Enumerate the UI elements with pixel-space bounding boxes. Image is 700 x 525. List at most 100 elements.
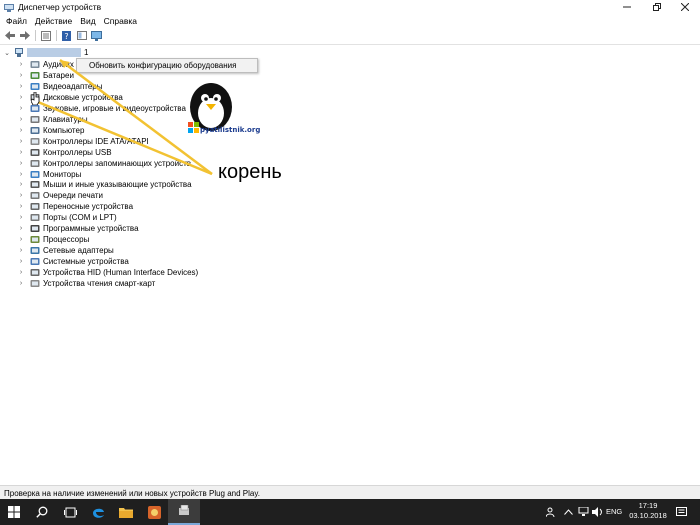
device-manager-taskbar-button[interactable] <box>168 499 200 525</box>
chevron-right-icon[interactable]: › <box>18 114 24 125</box>
app-button[interactable] <box>140 499 168 525</box>
status-bar: Проверка на наличие изменений или новых … <box>0 485 700 500</box>
tree-item-label: Дисковые устройства <box>43 92 123 102</box>
tree-item[interactable]: › Компьютер <box>18 125 85 136</box>
chevron-right-icon[interactable]: › <box>18 103 24 114</box>
device-tree[interactable]: ⌄ 1 › Аудиовх › Батареи › Видеоадаптеры › Диско… <box>0 45 700 485</box>
search-button[interactable] <box>28 499 56 525</box>
tray-volume[interactable] <box>592 499 603 525</box>
tree-item[interactable]: › Контроллеры USB <box>18 147 112 158</box>
sound-icon <box>30 104 40 112</box>
tree-item-label: Батареи <box>43 70 74 80</box>
chevron-right-icon[interactable]: › <box>18 136 24 147</box>
tree-item[interactable]: › Устройства чтения смарт-карт <box>18 278 156 289</box>
chevron-right-icon[interactable]: › <box>18 212 24 223</box>
task-view-button[interactable] <box>56 499 84 525</box>
properties-icon <box>40 30 51 41</box>
chevron-right-icon[interactable]: › <box>18 125 24 136</box>
device-manager-icon <box>178 505 189 515</box>
chevron-down-icon[interactable]: ⌄ <box>4 47 10 58</box>
tree-item-label: Компьютер <box>43 125 85 135</box>
tree-item[interactable]: › Контроллеры запоминающих устройств <box>18 158 191 169</box>
tree-item[interactable]: › Порты (COM и LPT) <box>18 212 117 223</box>
chevron-right-icon[interactable]: › <box>18 169 24 180</box>
tree-root[interactable]: ⌄ 1 <box>4 47 88 58</box>
chevron-right-icon[interactable]: › <box>18 147 24 158</box>
tree-item-label: Контроллеры IDE ATA/ATAPI <box>43 136 149 146</box>
tree-item[interactable]: › Устройства HID (Human Interface Devices… <box>18 267 198 278</box>
menu-file[interactable]: Файл <box>6 16 27 26</box>
chevron-right-icon[interactable]: › <box>18 267 24 278</box>
window-title: Диспетчер устройств <box>18 2 102 12</box>
tree-item-label: Очереди печати <box>43 191 104 201</box>
close-icon <box>681 3 689 11</box>
tree-item[interactable]: › Системные устройства <box>18 256 129 267</box>
tree-item[interactable]: › Звуковые, игровые и видеоустройства <box>18 103 186 114</box>
tree-item[interactable]: › Мыши и иные указывающие устройства <box>18 179 192 190</box>
menu-view[interactable]: Вид <box>80 16 95 26</box>
tree-item[interactable]: › Очереди печати <box>18 190 103 201</box>
tree-item-label: Мыши и иные указывающие устройства <box>43 180 192 190</box>
tree-item[interactable]: › Программные устройства <box>18 223 139 234</box>
tree-item[interactable]: › Батареи <box>18 70 74 81</box>
scan-hardware-button[interactable] <box>91 30 102 41</box>
people-icon <box>546 507 555 517</box>
properties-button[interactable] <box>40 30 51 41</box>
chevron-right-icon[interactable]: › <box>18 278 24 289</box>
clock[interactable]: 17:19 03.10.2018 <box>628 501 668 521</box>
chevron-right-icon[interactable]: › <box>18 234 24 245</box>
network-icon <box>578 507 589 516</box>
chevron-right-icon[interactable]: › <box>18 190 24 201</box>
tree-item[interactable]: › Видеоадаптеры <box>18 81 103 92</box>
menu-item-scan-hardware[interactable]: Обновить конфигурацию оборудования <box>89 61 236 70</box>
menu-action[interactable]: Действие <box>35 16 72 26</box>
notification-icon <box>676 507 687 516</box>
menu-help[interactable]: Справка <box>104 16 137 26</box>
port-icon <box>30 214 40 222</box>
chevron-right-icon[interactable]: › <box>18 70 24 81</box>
tree-item-label: Процессоры <box>43 235 90 245</box>
minimize-icon <box>623 6 631 8</box>
tree-item[interactable]: › Аудиовх <box>18 59 74 70</box>
help-button[interactable]: ? <box>61 30 72 41</box>
chevron-right-icon[interactable]: › <box>18 256 24 267</box>
chevron-right-icon[interactable]: › <box>18 59 24 70</box>
tray-network[interactable] <box>578 499 589 525</box>
battery-icon <box>30 71 40 79</box>
chevron-right-icon[interactable]: › <box>18 223 24 234</box>
tray-people-icon[interactable] <box>546 499 557 525</box>
chevron-right-icon[interactable]: › <box>18 179 24 190</box>
language-indicator[interactable]: ENG <box>606 507 622 516</box>
chevron-right-icon[interactable]: › <box>18 201 24 212</box>
minimize-button[interactable] <box>612 0 642 14</box>
title-bar: Диспетчер устройств <box>0 0 700 14</box>
chevron-right-icon[interactable]: › <box>18 245 24 256</box>
notifications-button[interactable] <box>676 499 687 525</box>
chevron-right-icon[interactable]: › <box>18 92 24 103</box>
view-button[interactable] <box>76 30 87 41</box>
tree-item[interactable]: › Мониторы <box>18 169 81 180</box>
context-menu: Обновить конфигурацию оборудования <box>76 58 258 73</box>
tree-item[interactable]: › Переносные устройства <box>18 201 133 212</box>
back-button[interactable] <box>4 30 15 41</box>
tree-item[interactable]: › Процессоры <box>18 234 90 245</box>
edge-button[interactable] <box>84 499 112 525</box>
keyboard-icon <box>30 115 40 123</box>
start-button[interactable] <box>0 499 28 525</box>
status-text: Проверка на наличие изменений или новых … <box>4 488 260 498</box>
tree-item[interactable]: › Сетевые адаптеры <box>18 245 114 256</box>
back-arrow-icon <box>4 31 15 40</box>
close-button[interactable] <box>670 0 700 14</box>
search-icon <box>36 506 48 518</box>
toolbar-separator <box>35 30 36 41</box>
maximize-button[interactable] <box>642 0 672 14</box>
forward-button[interactable] <box>19 30 30 41</box>
chevron-right-icon[interactable]: › <box>18 158 24 169</box>
tree-item[interactable]: › Контроллеры IDE ATA/ATAPI <box>18 136 149 147</box>
tree-item[interactable]: › Клавиатуры <box>18 114 88 125</box>
tree-item-label: Клавиатуры <box>43 114 88 124</box>
chevron-right-icon[interactable]: › <box>18 81 24 92</box>
tray-chevron-up[interactable] <box>564 499 573 525</box>
tree-item-label: Системные устройства <box>43 257 129 267</box>
file-explorer-button[interactable] <box>112 499 140 525</box>
